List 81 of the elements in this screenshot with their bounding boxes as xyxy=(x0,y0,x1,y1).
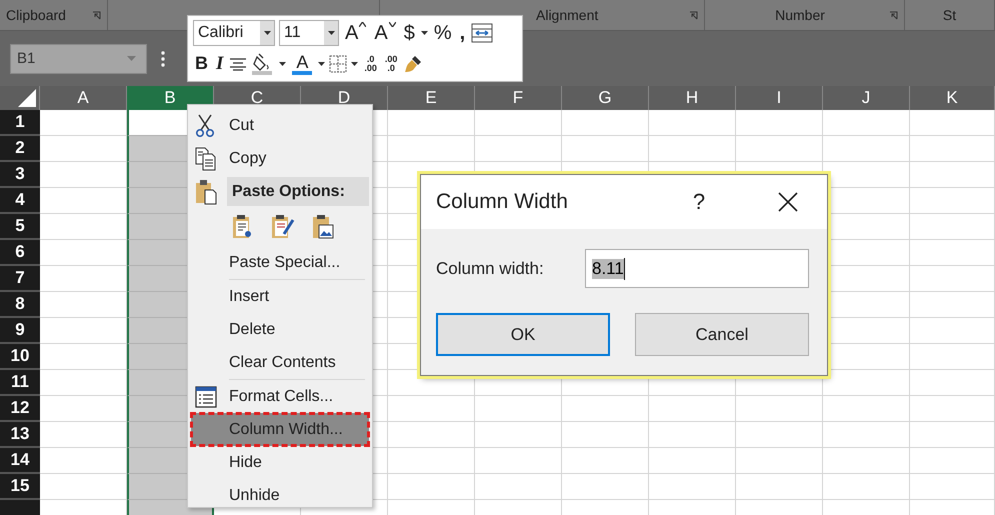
dialog-button[interactable]: OK xyxy=(436,313,610,356)
row-header[interactable]: 8 xyxy=(0,292,40,318)
menu-item[interactable]: Delete xyxy=(191,313,369,346)
close-icon xyxy=(778,192,798,212)
field-label: Column width: xyxy=(436,258,544,278)
column-header[interactable]: B xyxy=(127,86,214,110)
scissors-icon xyxy=(195,114,215,138)
up-caret-icon xyxy=(359,22,366,27)
dialog-title: Column Width xyxy=(436,190,569,214)
row-header[interactable]: 12 xyxy=(0,396,40,422)
copy-icon xyxy=(195,146,217,170)
triangle-icon xyxy=(18,89,36,107)
down-caret-icon xyxy=(388,22,396,27)
ribbon-group-label: Clipboard xyxy=(6,7,67,23)
ribbon-group-label: St xyxy=(942,7,958,23)
input-field[interactable]: 8.11 xyxy=(585,249,809,288)
increase-decimal-button[interactable]: .0 .00 xyxy=(362,54,379,73)
row-header[interactable]: 7 xyxy=(0,266,40,292)
currency-button[interactable]: $ xyxy=(402,22,417,45)
help-button[interactable]: ? xyxy=(679,188,719,216)
menu-item[interactable]: Copy xyxy=(191,142,369,175)
wrap-text-icon[interactable] xyxy=(471,23,494,44)
row-header[interactable]: 2 xyxy=(0,136,40,162)
menu-item[interactable]: Clear Contents xyxy=(191,346,369,379)
align-center-icon[interactable] xyxy=(229,56,248,71)
more-icon[interactable] xyxy=(161,50,165,66)
dialog-launcher-icon[interactable] xyxy=(889,10,898,20)
row-header[interactable]: 9 xyxy=(0,318,40,344)
caret-icon[interactable] xyxy=(279,62,286,66)
column-header[interactable]: G xyxy=(562,86,649,110)
row-header[interactable]: 6 xyxy=(0,240,40,266)
dialog-launcher-icon[interactable] xyxy=(689,10,698,20)
dialog-launcher-icon[interactable] xyxy=(92,10,101,20)
decrease-decimal-button[interactable]: .00 .0 xyxy=(382,54,400,73)
caret-icon xyxy=(127,56,136,62)
grow-font-button[interactable]: A xyxy=(343,22,368,45)
list-icon xyxy=(195,384,217,408)
borders-icon[interactable] xyxy=(329,54,348,73)
paste-picture-icon[interactable] xyxy=(312,214,334,240)
menu-item[interactable]: Paste Special... xyxy=(191,246,369,279)
caret-icon[interactable] xyxy=(351,62,358,66)
menu-item[interactable]: Insert xyxy=(191,280,369,313)
menu-item[interactable]: Column Width... xyxy=(191,413,369,446)
font-size-field[interactable]: 11 xyxy=(279,20,339,46)
menu-item[interactable]: Hide xyxy=(191,446,369,479)
column-header[interactable]: J xyxy=(823,86,910,110)
column-header[interactable]: I xyxy=(736,86,823,110)
row-header[interactable]: 15 xyxy=(0,474,40,500)
paste-values-icon[interactable] xyxy=(232,214,254,240)
column-header[interactable]: E xyxy=(388,86,475,110)
row-header[interactable]: 13 xyxy=(0,422,40,448)
caret-icon[interactable] xyxy=(318,62,326,66)
row-header[interactable]: 4 xyxy=(0,188,40,214)
clipboard-icon xyxy=(195,178,217,204)
font-field[interactable]: Calibri xyxy=(193,20,275,46)
shrink-font-button[interactable]: A xyxy=(372,22,398,45)
menu-item[interactable]: Cut xyxy=(191,109,369,142)
name-box[interactable]: B1 xyxy=(10,44,147,74)
percent-button[interactable]: % xyxy=(432,22,454,45)
row-header[interactable]: 11 xyxy=(0,370,40,396)
menu-item[interactable]: Unhide xyxy=(191,479,369,512)
dialog-button[interactable]: Cancel xyxy=(635,313,809,356)
row-header[interactable]: 5 xyxy=(0,214,40,240)
column-header[interactable]: A xyxy=(40,86,127,110)
comma-button[interactable]: , xyxy=(458,22,468,45)
paintbrush-icon[interactable] xyxy=(403,54,424,74)
select-all-corner[interactable] xyxy=(0,86,40,110)
column-header[interactable]: H xyxy=(649,86,736,110)
bold-button[interactable]: B xyxy=(193,53,210,74)
row-header[interactable]: 3 xyxy=(0,162,40,188)
row-header[interactable]: 14 xyxy=(0,448,40,474)
row-header[interactable]: 10 xyxy=(0,344,40,370)
row-header[interactable]: 1 xyxy=(0,110,40,136)
column-header[interactable]: K xyxy=(910,86,995,110)
paste-formatting-icon[interactable] xyxy=(271,214,295,240)
ribbon-group-label: Number xyxy=(774,7,826,23)
column-header[interactable]: F xyxy=(475,86,562,110)
menu-section-header: Paste Options: xyxy=(227,177,369,206)
italic-button[interactable]: I xyxy=(214,52,226,75)
ribbon-group-label: Alignment xyxy=(535,7,600,23)
font-color-button[interactable]: A xyxy=(290,52,314,75)
